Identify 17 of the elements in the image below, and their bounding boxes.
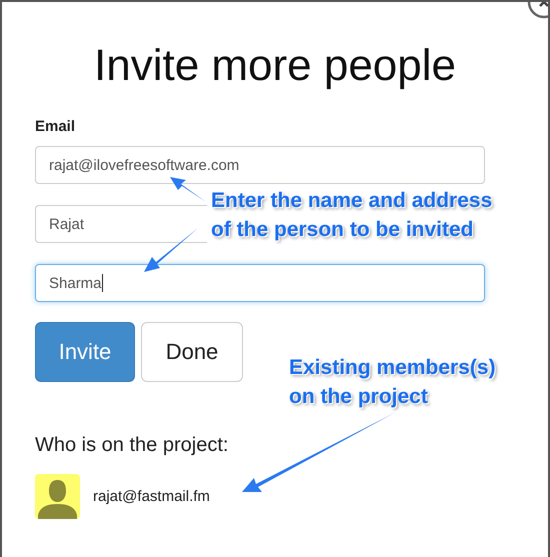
input-field[interactable]: rajat@ilovefreesoftware.com (35, 146, 485, 184)
arrow (170, 177, 206, 202)
annotation-text: of the person to be invited (211, 217, 474, 243)
avatar-icon (35, 474, 80, 519)
email-label: Email (35, 118, 76, 135)
member-email: rajat@fastmail.fm (93, 488, 210, 505)
invite-button[interactable]: Invite (35, 322, 135, 382)
dialog-title: Invite more people (93, 40, 457, 92)
annotation-text: Enter the name and address (211, 188, 492, 214)
close-icon[interactable] (526, 2, 548, 20)
annotation-text: on the project (289, 384, 428, 410)
annotation-text: Existing members(s) (289, 355, 496, 381)
input-field[interactable]: Sharma (35, 264, 485, 302)
members-heading: Who is on the project: (35, 434, 230, 457)
done-button[interactable]: Done (141, 322, 243, 382)
arrow (144, 228, 198, 272)
input-field[interactable]: Rajat (35, 205, 207, 243)
